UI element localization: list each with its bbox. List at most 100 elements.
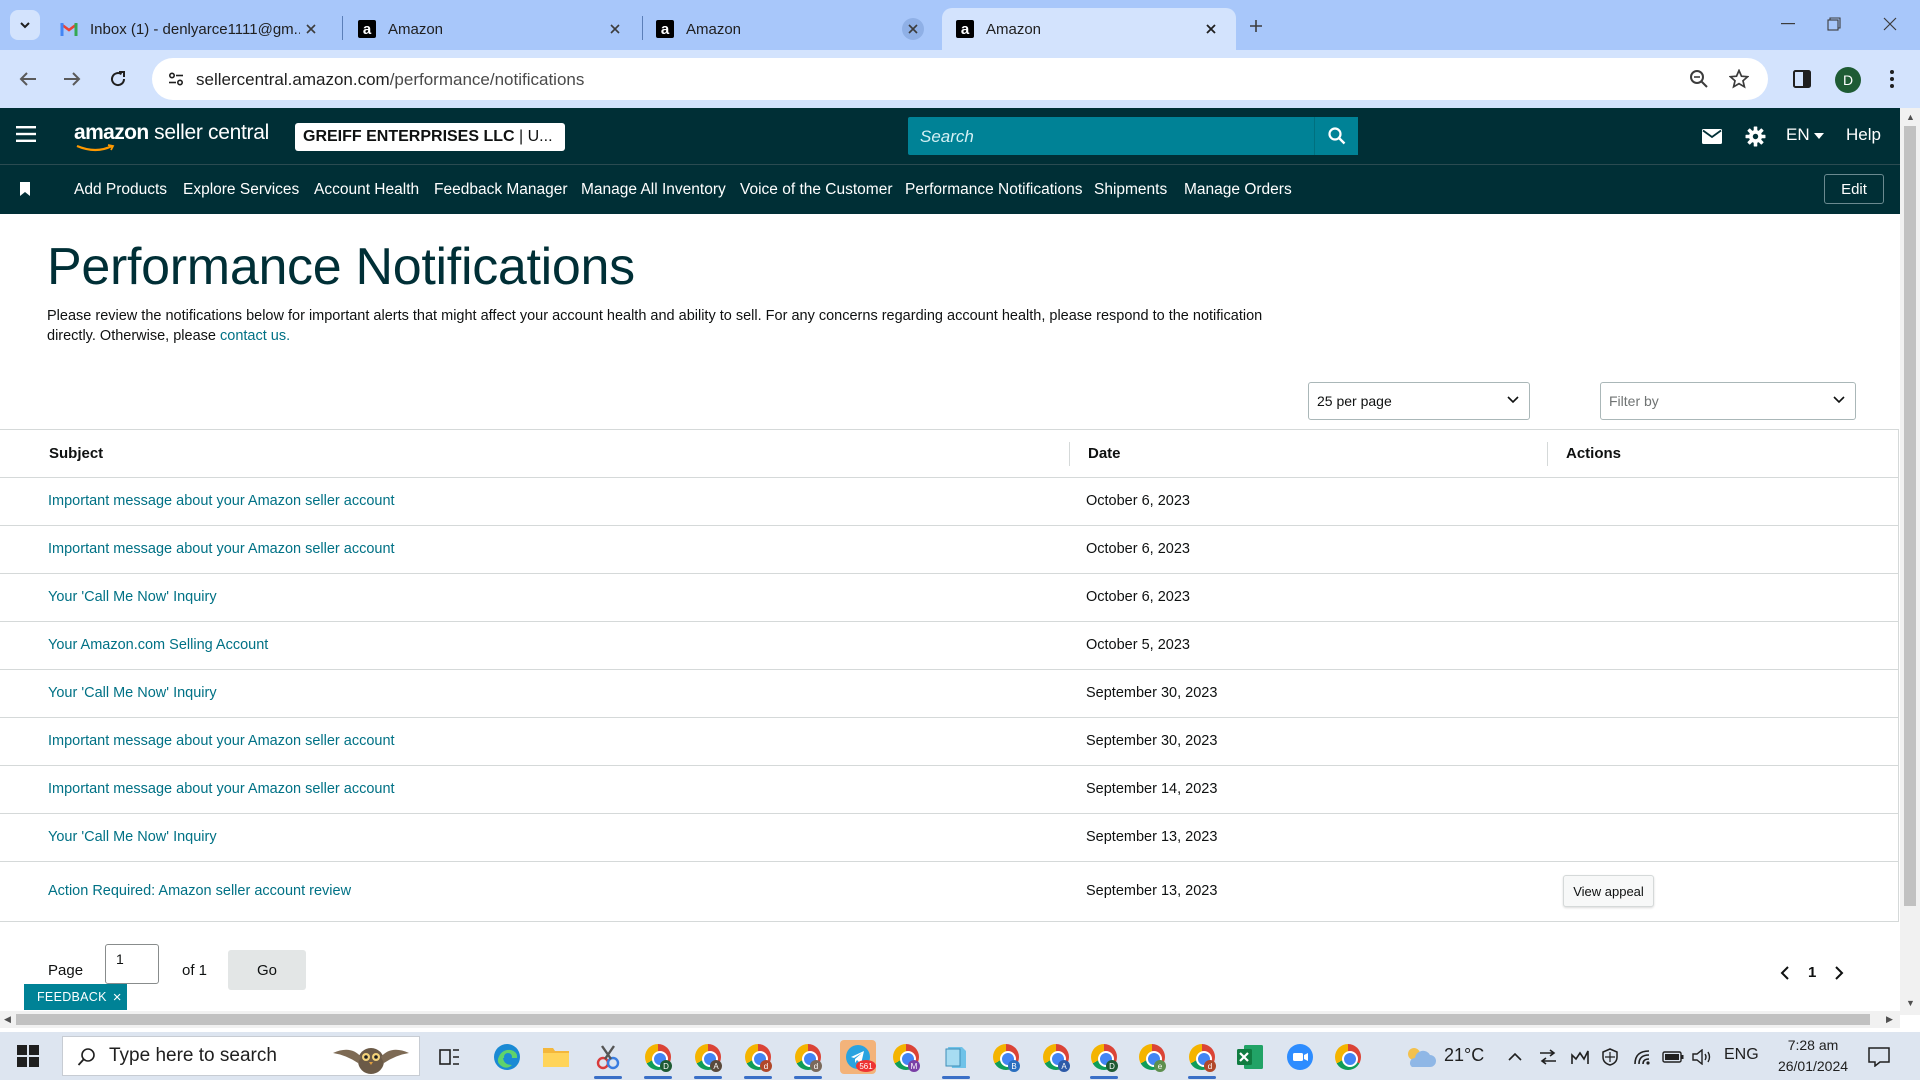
tab-search-button[interactable] (10, 10, 40, 40)
date-header[interactable]: Date (1088, 445, 1121, 462)
nav-account-health[interactable]: Account Health (314, 181, 419, 199)
contact-us-link[interactable]: contact us. (220, 328, 290, 344)
close-tab-icon[interactable] (1200, 18, 1222, 40)
chrome-profile-b-icon[interactable]: B (988, 1040, 1024, 1074)
scroll-left-icon[interactable]: ◀ (4, 1014, 11, 1025)
horizontal-scrollbar[interactable]: ◀ ▶ (0, 1011, 1900, 1028)
chevron-up-icon[interactable] (1504, 1040, 1526, 1074)
per-page-select[interactable]: 25 per page (1308, 382, 1530, 420)
help-link[interactable]: Help (1846, 125, 1881, 145)
settings-gear-icon[interactable] (1744, 125, 1766, 147)
snipping-tool-icon[interactable] (590, 1040, 626, 1079)
nav-explore-services[interactable]: Explore Services (183, 181, 299, 199)
scrollbar-thumb[interactable] (1904, 126, 1916, 906)
search-button[interactable] (1314, 117, 1358, 155)
nav-manage-orders[interactable]: Manage Orders (1184, 181, 1292, 199)
wifi-icon[interactable] (1630, 1040, 1654, 1074)
nav-feedback-manager[interactable]: Feedback Manager (434, 181, 568, 199)
page-number-input[interactable]: 1 (105, 944, 159, 984)
task-view-icon[interactable] (432, 1040, 468, 1074)
notification-subject-link[interactable]: Your 'Call Me Now' Inquiry (48, 589, 217, 605)
current-page-number[interactable]: 1 (1808, 964, 1816, 981)
chrome-profile-icon[interactable]: d (740, 1040, 776, 1079)
seller-central-logo[interactable]: amazon seller central (74, 121, 269, 152)
filter-by-select[interactable]: Filter by (1600, 382, 1856, 420)
security-shield-icon[interactable] (1598, 1040, 1622, 1074)
input-language[interactable]: ENG (1724, 1046, 1759, 1064)
notepad-icon[interactable] (938, 1040, 974, 1079)
battery-icon[interactable] (1658, 1040, 1688, 1074)
chrome-profile-a-icon[interactable]: A (690, 1040, 726, 1079)
close-tab-icon[interactable] (902, 18, 924, 40)
previous-page-icon[interactable] (1780, 966, 1790, 980)
telegram-icon[interactable]: 561 (840, 1040, 876, 1074)
edit-nav-button[interactable]: Edit (1824, 174, 1884, 204)
speaker-icon[interactable] (1688, 1040, 1716, 1074)
browser-menu-icon[interactable] (1880, 67, 1904, 91)
notifications-icon[interactable] (1862, 1040, 1896, 1074)
hamburger-menu-icon[interactable] (16, 126, 38, 146)
view-appeal-button[interactable]: View appeal (1563, 875, 1654, 907)
notification-subject-link[interactable]: Your 'Call Me Now' Inquiry (48, 685, 217, 701)
scroll-up-icon[interactable]: ▲ (1906, 112, 1915, 122)
bookmark-star-icon[interactable] (1727, 67, 1751, 91)
notification-subject-link[interactable]: Important message about your Amazon sell… (48, 541, 395, 557)
go-button[interactable]: Go (228, 950, 306, 990)
account-switcher[interactable]: GREIFF ENTERPRISES LLC | U... (295, 123, 565, 151)
chrome-profile-icon[interactable]: d (1184, 1040, 1220, 1079)
nav-shipments[interactable]: Shipments (1094, 181, 1167, 199)
site-info-icon[interactable] (162, 65, 190, 93)
nav-manage-all-inventory[interactable]: Manage All Inventory (581, 181, 726, 199)
new-tab-button[interactable] (1242, 12, 1270, 40)
chrome-profile-icon[interactable]: e (1134, 1040, 1170, 1074)
scrollbar-thumb[interactable] (16, 1014, 1870, 1025)
windows-start-icon[interactable] (17, 1045, 39, 1067)
address-bar[interactable]: sellercentral.amazon.com/performance/not… (152, 58, 1768, 100)
nav-add-products[interactable]: Add Products (74, 181, 167, 199)
network-transfer-icon[interactable] (1536, 1040, 1560, 1074)
language-selector[interactable]: EN (1786, 125, 1825, 145)
tab-amazon-2[interactable]: a Amazon (642, 8, 938, 50)
subject-header[interactable]: Subject (49, 445, 103, 462)
profile-avatar[interactable]: D (1835, 67, 1861, 93)
chrome-profile-m-icon[interactable]: M (888, 1040, 924, 1074)
zoom-icon[interactable] (1282, 1040, 1318, 1074)
window-minimize-button[interactable] (1768, 8, 1808, 40)
chrome-profile-icon[interactable]: A (1038, 1040, 1074, 1074)
back-button[interactable] (14, 65, 42, 93)
notification-subject-link[interactable]: Important message about your Amazon sell… (48, 733, 395, 749)
chrome-icon[interactable] (1330, 1040, 1366, 1074)
mail-icon[interactable] (1701, 125, 1723, 147)
chrome-profile-d-icon[interactable]: D (640, 1040, 676, 1079)
vertical-scrollbar[interactable]: ▲ ▼ (1900, 108, 1920, 1015)
tab-gmail[interactable]: Inbox (1) - denlyarce1111@gm... (46, 8, 336, 50)
seller-search-bar[interactable]: Search (908, 117, 1358, 155)
nav-performance-notifications[interactable]: Performance Notifications (905, 181, 1082, 199)
notification-subject-link[interactable]: Your Amazon.com Selling Account (48, 637, 268, 653)
feedback-tab[interactable]: FEEDBACK × (24, 984, 127, 1010)
notification-subject-link[interactable]: Your 'Call Me Now' Inquiry (48, 829, 217, 845)
bookmark-icon[interactable] (20, 182, 30, 196)
side-panel-icon[interactable] (1790, 67, 1814, 91)
excel-icon[interactable] (1232, 1040, 1268, 1074)
taskbar-search-box[interactable]: Type here to search (62, 1036, 420, 1076)
chrome-profile-d2-icon[interactable]: D (1086, 1040, 1122, 1079)
feedback-close-icon[interactable]: × (113, 989, 122, 1006)
forward-button[interactable] (58, 65, 86, 93)
notification-subject-link[interactable]: Important message about your Amazon sell… (48, 493, 395, 509)
scroll-down-icon[interactable]: ▼ (1906, 998, 1915, 1008)
edge-icon[interactable] (489, 1040, 525, 1074)
volume-bars-icon[interactable] (1568, 1040, 1592, 1074)
tab-amazon-active[interactable]: a Amazon (942, 8, 1236, 50)
window-close-button[interactable] (1870, 8, 1910, 40)
chrome-profile-icon[interactable]: d (790, 1040, 826, 1079)
close-tab-icon[interactable] (604, 18, 626, 40)
tab-amazon-1[interactable]: a Amazon (344, 8, 640, 50)
reload-button[interactable] (104, 65, 132, 93)
file-explorer-icon[interactable] (538, 1040, 574, 1074)
scroll-right-icon[interactable]: ▶ (1886, 1014, 1893, 1025)
weather-temperature[interactable]: 21°C (1444, 1045, 1484, 1066)
zoom-icon[interactable] (1687, 67, 1711, 91)
notification-subject-link[interactable]: Important message about your Amazon sell… (48, 781, 395, 797)
system-clock[interactable]: 7:28 am 26/01/2024 (1768, 1035, 1858, 1077)
